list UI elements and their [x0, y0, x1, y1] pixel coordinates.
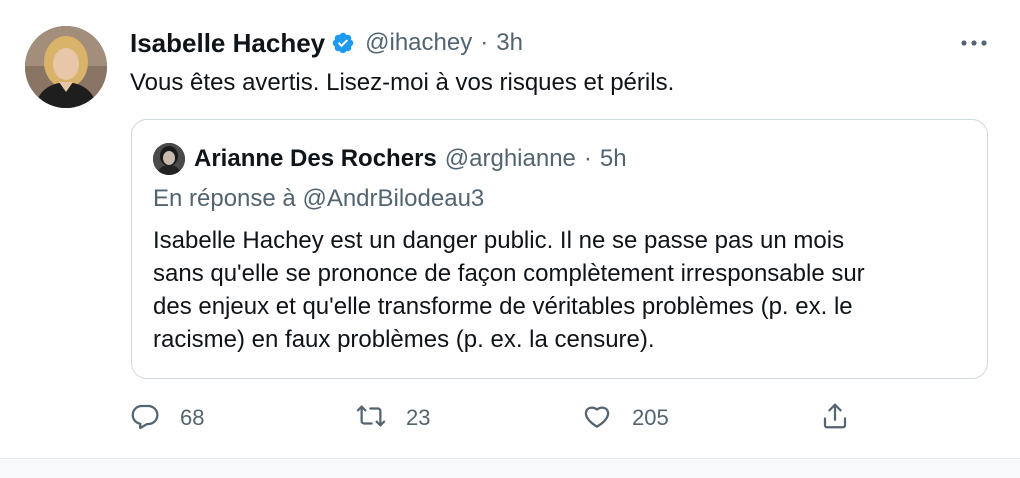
- tweet-card[interactable]: Isabelle Hachey @ihachey · 3h Vous êtes …: [0, 0, 1020, 459]
- tweet-header: Isabelle Hachey @ihachey · 3h: [130, 26, 523, 60]
- reply-prefix: En réponse à: [153, 185, 296, 212]
- verified-badge-icon: [331, 31, 355, 55]
- timeline-divider: [0, 459, 1020, 478]
- like-count: 205: [632, 405, 669, 430]
- tweet-timestamp[interactable]: 3h: [496, 29, 523, 57]
- heart-icon: [582, 401, 612, 436]
- reply-mention-link[interactable]: @AndrBilodeau3: [302, 185, 484, 212]
- like-button[interactable]: 205: [582, 400, 669, 436]
- quoted-separator: ·: [583, 145, 592, 172]
- reply-context: En réponse à @AndrBilodeau3: [153, 182, 484, 216]
- quoted-text-line: sans qu'elle se prononce de façon complè…: [153, 260, 865, 287]
- quoted-timestamp[interactable]: 5h: [600, 145, 627, 173]
- share-button[interactable]: [820, 400, 850, 436]
- reply-icon: [130, 401, 160, 436]
- header-separator: ·: [480, 29, 489, 56]
- quoted-author-name[interactable]: Arianne Des Rochers: [194, 145, 437, 173]
- tweet-text: Vous êtes avertis. Lisez-moi à vos risqu…: [130, 69, 675, 96]
- retweet-icon: [356, 401, 386, 436]
- quoted-tweet[interactable]: Arianne Des Rochers @arghianne · 5h En r…: [131, 119, 988, 379]
- retweet-count: 23: [406, 405, 431, 430]
- reply-count: 68: [180, 405, 205, 430]
- quoted-text-line: Isabelle Hachey est un danger public. Il…: [153, 227, 845, 254]
- quoted-text-line: racisme) en faux problèmes (p. ex. la ce…: [153, 326, 655, 353]
- quoted-text-line: des enjeux et qu'elle transforme de véri…: [153, 293, 853, 320]
- author-handle[interactable]: @ihachey: [365, 29, 472, 57]
- author-avatar[interactable]: [25, 26, 107, 108]
- share-icon: [820, 401, 850, 436]
- author-name[interactable]: Isabelle Hachey: [130, 28, 325, 59]
- quoted-author-avatar[interactable]: [153, 143, 185, 175]
- quoted-author-handle[interactable]: @arghianne: [445, 145, 576, 173]
- tweet-actions: 68 23 205: [130, 400, 990, 436]
- retweet-button[interactable]: 23: [356, 400, 430, 436]
- quoted-header: Arianne Des Rochers @arghianne · 5h: [194, 142, 627, 176]
- quoted-text: Isabelle Hachey est un danger public. Il…: [153, 224, 973, 356]
- reply-button[interactable]: 68: [130, 400, 204, 436]
- more-dots-icon[interactable]: [958, 30, 990, 56]
